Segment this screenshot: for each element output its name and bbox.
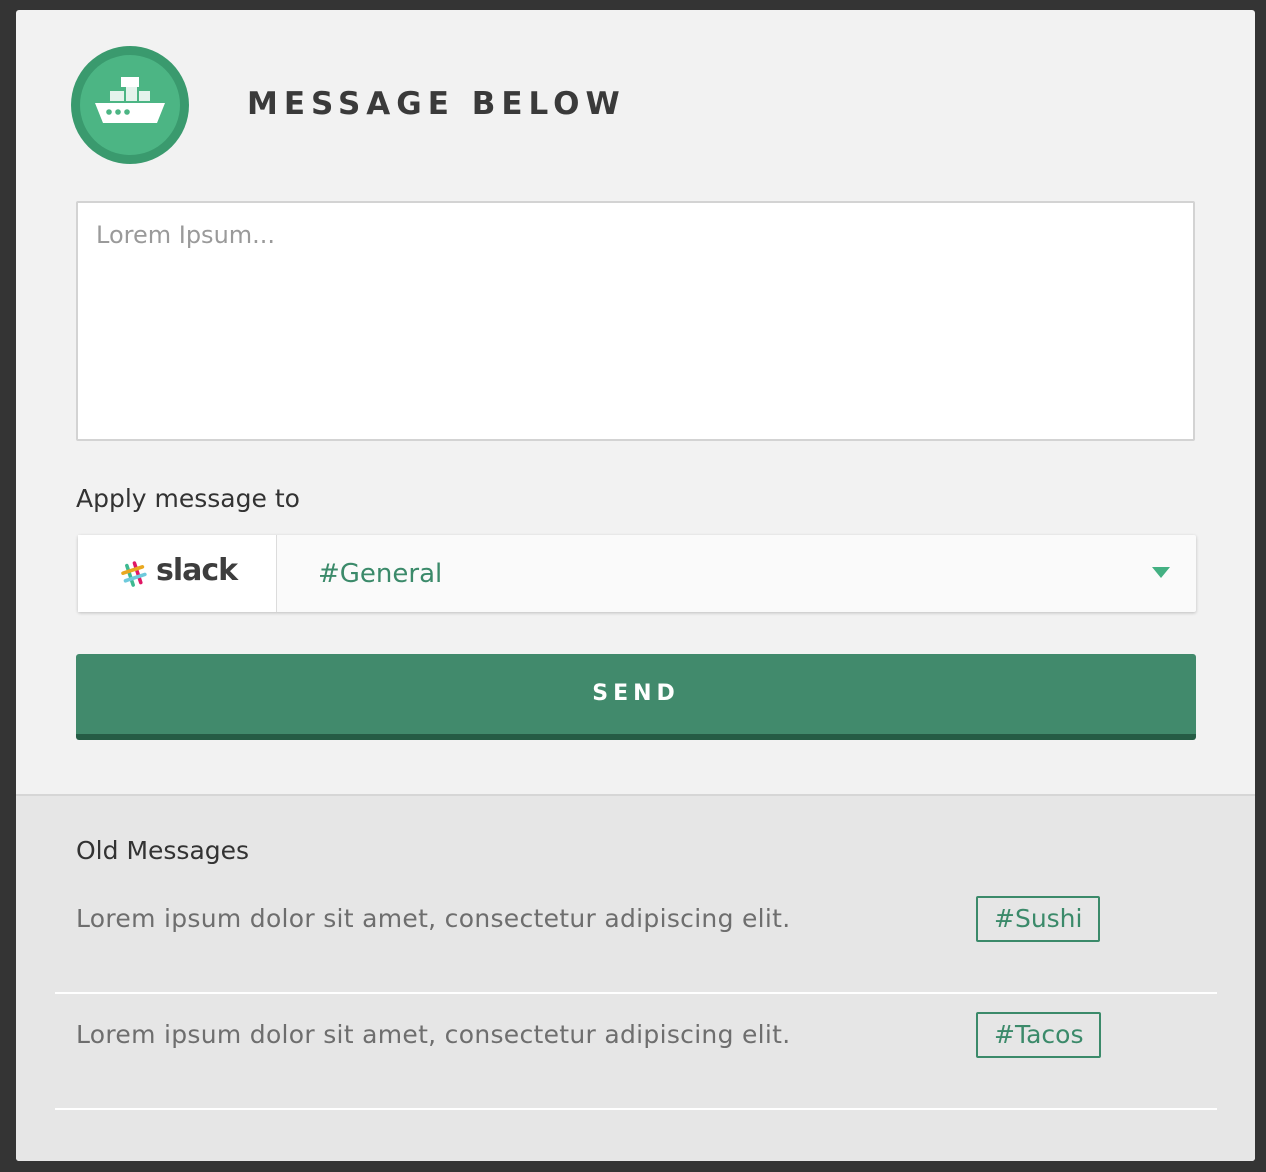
slack-logo-icon xyxy=(121,561,147,587)
logo-circle xyxy=(80,55,180,155)
channel-tag[interactable]: #Tacos xyxy=(976,1012,1102,1058)
list-item: Lorem ipsum dolor sit amet, consectetur … xyxy=(55,878,1217,994)
list-item: Lorem ipsum dolor sit amet, consectetur … xyxy=(55,994,1217,1110)
old-message-text: Lorem ipsum dolor sit amet, consectetur … xyxy=(76,904,791,933)
old-message-text: Lorem ipsum dolor sit amet, consectetur … xyxy=(76,1020,791,1049)
service-badge: slack xyxy=(78,535,277,612)
message-panel: MESSAGE BELOW Apply message to slack #Ge… xyxy=(16,10,1255,1161)
old-messages-section: Old Messages Lorem ipsum dolor sit amet,… xyxy=(16,794,1255,1161)
caret-down-icon[interactable] xyxy=(1152,567,1170,578)
app-logo xyxy=(71,46,189,164)
apply-message-label: Apply message to xyxy=(76,484,300,513)
channel-tag[interactable]: #Sushi xyxy=(976,896,1101,942)
send-button[interactable]: SEND xyxy=(76,654,1196,740)
old-messages-title: Old Messages xyxy=(76,836,250,865)
selected-channel[interactable]: #General xyxy=(318,556,442,592)
service-name: slack xyxy=(156,553,238,588)
message-input[interactable] xyxy=(76,201,1195,441)
channel-selector[interactable]: slack #General xyxy=(78,535,1196,612)
ship-icon xyxy=(95,77,165,123)
page-title: MESSAGE BELOW xyxy=(247,86,626,122)
